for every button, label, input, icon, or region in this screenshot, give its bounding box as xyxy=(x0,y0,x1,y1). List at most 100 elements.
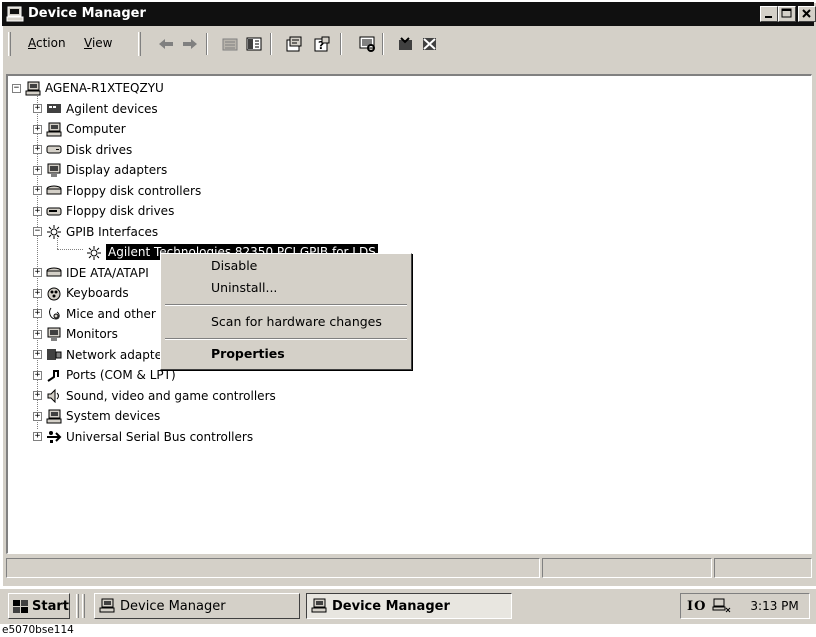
tree-item-label: Monitors xyxy=(66,327,118,342)
menu-item-scan-hardware[interactable]: Scan for hardware changes xyxy=(211,313,382,331)
taskbar: Start Device Manager Device Manager IO 3… xyxy=(0,588,816,624)
computer-icon xyxy=(25,81,41,96)
title-bar[interactable]: Device Manager xyxy=(2,2,816,26)
toolbar-grip-2[interactable] xyxy=(138,32,141,56)
taskbar-grip[interactable] xyxy=(82,594,85,618)
toolbar-separator xyxy=(382,33,384,55)
menu-separator xyxy=(165,304,407,306)
menu-action-label: ction xyxy=(36,36,66,50)
menu-item-disable[interactable]: Disable xyxy=(211,257,257,275)
tree-item[interactable]: + Floppy disk controllers xyxy=(33,181,201,202)
tree-item-label: System devices xyxy=(66,409,161,424)
update-driver-icon[interactable] xyxy=(396,35,416,53)
expand-toggle[interactable]: + xyxy=(33,370,42,380)
expand-toggle[interactable]: + xyxy=(33,145,42,155)
back-arrow-icon[interactable] xyxy=(156,35,176,53)
expand-toggle[interactable]: + xyxy=(33,350,42,360)
menu-item-properties[interactable]: Properties xyxy=(211,345,285,363)
network-tray-icon[interactable] xyxy=(712,598,732,614)
keyboard-icon xyxy=(47,287,61,301)
start-button[interactable]: Start xyxy=(8,593,70,619)
taskbar-grip[interactable] xyxy=(76,594,79,618)
expand-toggle[interactable]: + xyxy=(33,432,42,442)
menu-action[interactable]: Action xyxy=(28,35,66,51)
tree-root-label: AGENA-R1XTEQZYU xyxy=(45,81,164,96)
io-tray-icon[interactable]: IO xyxy=(687,599,706,614)
expand-toggle[interactable]: + xyxy=(33,329,42,339)
properties-icon[interactable] xyxy=(284,35,304,53)
expand-toggle[interactable]: + xyxy=(33,268,42,278)
tree-item[interactable]: + Agilent devices xyxy=(33,99,158,120)
start-label: Start xyxy=(32,598,69,614)
show-hide-tree-icon[interactable] xyxy=(244,35,264,53)
minimize-button[interactable] xyxy=(760,6,778,22)
context-menu: Disable Uninstall... Scan for hardware c… xyxy=(160,253,412,370)
tree-item-label: Display adapters xyxy=(66,163,168,178)
tree-item[interactable]: + Mice and other p xyxy=(33,304,167,325)
tree-item[interactable]: + Display adapters xyxy=(33,160,167,181)
tree-item[interactable]: + Computer xyxy=(33,119,126,140)
toolbar-separator xyxy=(206,33,208,55)
tree-root[interactable]: − AGENA-R1XTEQZYU xyxy=(12,78,164,99)
taskbar-button-label: Device Manager xyxy=(120,598,226,614)
tree-item-label: Disk drives xyxy=(66,142,133,157)
menu-item-uninstall[interactable]: Uninstall... xyxy=(211,279,277,297)
status-panel-2 xyxy=(542,558,712,578)
menu-separator xyxy=(165,338,407,340)
status-panel-3 xyxy=(714,558,812,578)
ide-controller-icon xyxy=(46,267,62,277)
floppy-drive-icon xyxy=(46,207,62,216)
expand-toggle[interactable]: + xyxy=(33,186,42,196)
system-device-icon xyxy=(46,409,62,424)
status-bar xyxy=(6,558,812,580)
expand-toggle[interactable]: + xyxy=(33,206,42,216)
help-icon[interactable]: ? xyxy=(312,35,332,53)
collapse-toggle[interactable]: − xyxy=(33,227,42,237)
expand-toggle[interactable]: + xyxy=(33,124,42,134)
tree-item[interactable]: + Floppy disk drives xyxy=(33,201,174,222)
tree-item[interactable]: + Keyboards xyxy=(33,283,129,304)
tree-item-label: Keyboards xyxy=(66,286,129,301)
tree-item[interactable]: + System devices xyxy=(33,406,160,427)
expand-toggle[interactable]: + xyxy=(33,309,42,319)
menu-view[interactable]: View xyxy=(84,35,112,51)
usb-icon xyxy=(47,431,62,444)
tree-item[interactable]: − GPIB Interfaces xyxy=(33,222,158,243)
expand-toggle[interactable]: + xyxy=(33,411,42,421)
clock[interactable]: 3:13 PM xyxy=(750,599,798,613)
gpib-icon xyxy=(47,225,61,240)
up-folder-icon[interactable] xyxy=(220,35,240,53)
uninstall-icon[interactable] xyxy=(420,35,440,53)
forward-arrow-icon[interactable] xyxy=(180,35,200,53)
tree-item-label: Network adapte xyxy=(66,347,162,362)
tree-item[interactable]: + IDE ATA/ATAPI xyxy=(33,263,149,284)
figure-caption: e5070bse114 xyxy=(2,624,74,636)
tree-item-label: Mice and other p xyxy=(66,306,168,321)
status-panel-main xyxy=(6,558,540,578)
scan-hardware-icon[interactable] xyxy=(358,35,378,53)
speaker-icon xyxy=(47,389,59,404)
expand-toggle[interactable]: + xyxy=(33,165,42,175)
system-tray: IO 3:13 PM xyxy=(680,593,810,619)
tree-item[interactable]: + Monitors xyxy=(33,324,118,345)
toolbar-grip[interactable] xyxy=(8,32,11,56)
expand-toggle[interactable]: + xyxy=(33,104,42,114)
tree-item[interactable]: + Sound, video and game controllers xyxy=(33,386,276,407)
taskbar-button-device-manager[interactable]: Device Manager xyxy=(94,593,300,619)
tree-item[interactable]: + Ports (COM & LPT) xyxy=(33,365,176,386)
tree-item[interactable]: + Universal Serial Bus controllers xyxy=(33,427,253,448)
tree-item[interactable]: + Disk drives xyxy=(33,140,132,161)
collapse-toggle[interactable]: − xyxy=(12,83,21,93)
taskbar-button-label: Device Manager xyxy=(332,598,450,614)
mouse-icon xyxy=(49,307,60,320)
maximize-icon xyxy=(781,8,792,18)
network-adapter-icon xyxy=(47,349,62,361)
taskbar-button-device-manager-active[interactable]: Device Manager xyxy=(306,593,512,619)
maximize-button[interactable] xyxy=(778,6,796,22)
expand-toggle[interactable]: + xyxy=(33,288,42,298)
expand-toggle[interactable]: + xyxy=(33,391,42,401)
minimize-icon xyxy=(765,16,772,18)
tree-item[interactable]: + Network adapte xyxy=(33,345,162,366)
close-button[interactable] xyxy=(798,6,816,22)
computer-icon xyxy=(6,6,24,22)
